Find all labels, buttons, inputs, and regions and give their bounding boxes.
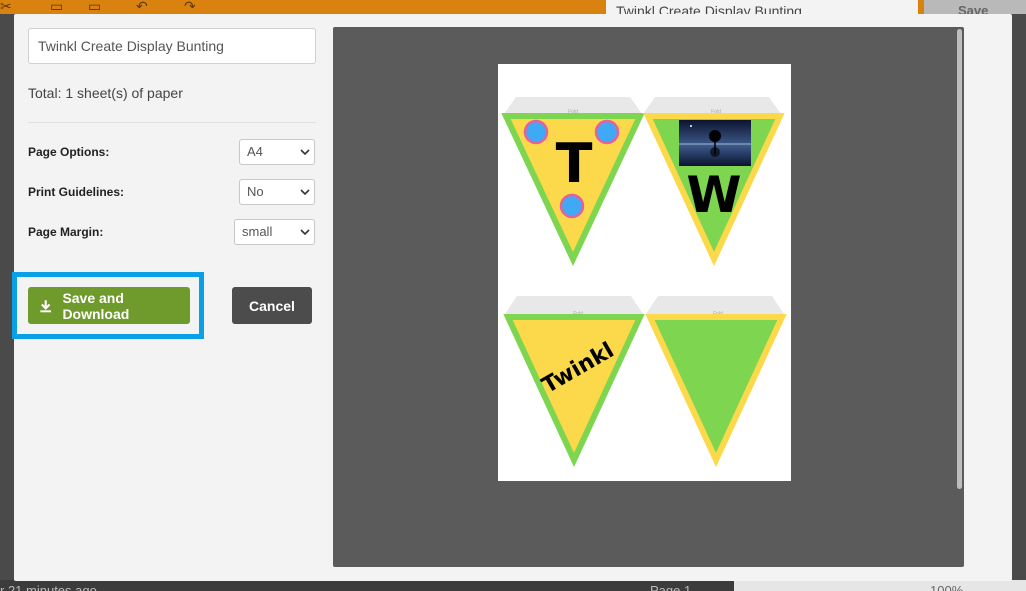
chevron-down-icon — [300, 149, 310, 156]
chevron-down-icon — [300, 229, 310, 236]
dot — [559, 193, 585, 219]
bunting-preview: Fold T Fold W Twinkl — [501, 97, 787, 468]
print-preview: Fold T Fold W Twinkl — [333, 27, 964, 567]
print-guidelines-select[interactable]: No — [239, 179, 315, 205]
print-guidelines-value: No — [247, 184, 264, 199]
document-title-input[interactable] — [28, 28, 316, 64]
chevron-down-icon — [300, 189, 310, 196]
save-and-download-button[interactable]: Save and Download — [28, 287, 190, 324]
save-and-download-label: Save and Download — [62, 289, 130, 322]
zoom-bar: 100% — [734, 580, 1026, 591]
bunting-flag-twinkl: Fold Twinkl — [503, 296, 645, 468]
undo-icon[interactable]: ↶ — [136, 0, 148, 13]
page-margin-value: small — [242, 224, 273, 239]
zoom-level: 100% — [930, 583, 964, 591]
cancel-label: Cancel — [249, 297, 295, 314]
preview-scrollbar[interactable] — [957, 29, 962, 489]
last-saved-text: r 21 minutes ago — [0, 583, 97, 591]
sheet-count-text: Total: 1 sheet(s) of paper — [28, 85, 183, 101]
document-title[interactable]: Twinkl Create Display Bunting — [606, 0, 918, 14]
print-guidelines-label: Print Guidelines: — [28, 185, 125, 199]
cancel-button[interactable]: Cancel — [232, 287, 312, 324]
redo-icon[interactable]: ↷ — [184, 0, 196, 13]
dot — [594, 119, 620, 145]
app-save-button[interactable]: Save — [924, 0, 1026, 14]
flag-letter: W — [686, 166, 741, 224]
download-icon — [40, 299, 52, 312]
page-margin-select[interactable]: small — [234, 219, 315, 245]
clipboard-icon[interactable]: ▭ — [50, 0, 63, 13]
download-dialog: Total: 1 sheet(s) of paper Page Options:… — [12, 14, 1012, 581]
dot — [523, 119, 549, 145]
bunting-flag-w: Fold W — [643, 97, 785, 267]
app-toolbar: ✂ ▭ ▭ ↶ ↷ Twinkl Create Display Bunting … — [0, 0, 1026, 14]
bunting-flag-t: Fold T — [501, 97, 645, 267]
night-sky-photo — [679, 120, 751, 166]
paste-icon[interactable]: ▭ — [88, 0, 101, 13]
bunting-flag-blank: Fold — [645, 296, 787, 468]
page-indicator: Page 1 — [650, 583, 692, 591]
page-options-label: Page Options: — [28, 145, 110, 159]
page-options-value: A4 — [247, 144, 263, 159]
page-margin-label: Page Margin: — [28, 225, 104, 239]
flag-letter: T — [556, 132, 593, 195]
divider — [28, 122, 316, 123]
scissors-icon[interactable]: ✂ — [0, 0, 12, 13]
page-options-select[interactable]: A4 — [239, 139, 315, 165]
status-bar: r 21 minutes ago Page 1 100% — [0, 580, 1026, 591]
paper-sheet: Fold T Fold W Twinkl — [498, 64, 791, 481]
